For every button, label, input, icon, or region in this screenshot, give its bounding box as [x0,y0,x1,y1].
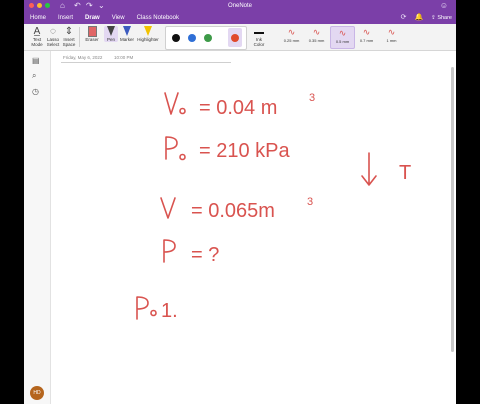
pen-color-black[interactable] [172,34,180,42]
onenote-window: ⌂ ↶ ↷ ⌄ OneNote ☺ Home Insert Draw View … [24,0,456,404]
ink-color-button[interactable]: Ink Color [250,26,268,47]
tab-view[interactable]: View [106,12,131,24]
eraser-button[interactable]: Eraser [82,26,102,42]
ink-p-value: = ? [191,244,219,266]
pen-icon [104,26,118,37]
ribbon-divider [79,27,80,47]
stroke-wave-icon: ∿ [312,27,321,37]
insert-space-button[interactable]: ⇕ Insert Space [61,26,77,47]
app-title: OneNote [227,3,252,9]
ink-p0b-sub [150,309,157,317]
pen-color-red[interactable] [231,34,239,42]
ink-v-exponent: 3 [307,196,313,208]
text-mode-button[interactable]: A̲ Text Mode [29,26,45,47]
lasso-select-button[interactable]: ◌ Lasso Select [45,26,61,47]
ink-temperature: T [399,162,411,184]
pen-color-green[interactable] [204,34,212,42]
draw-ribbon: A̲ Text Mode ◌ Lasso Select ⇕ Insert Spa… [24,24,456,51]
ink-color-icon [250,26,268,37]
ink-v-value: = 0.065m [191,200,275,222]
search-icon[interactable]: ⌕ [32,71,36,81]
notebooks-icon[interactable]: ▤ [32,56,40,65]
navigation-sidebar: ▤ ⌕ ◷ HD [24,51,51,404]
thickness-0-35[interactable]: ∿ 0.35 mm [305,26,328,47]
ink-v0-exponent: 3 [309,92,315,104]
marker-icon [119,26,135,37]
marker-button[interactable]: Marker [119,26,135,42]
ink-p-p [163,239,176,263]
tab-class-notebook[interactable]: Class Notebook [131,12,185,24]
ink-p0b-p [136,296,149,320]
eraser-icon [82,26,102,37]
pen-color-blue[interactable] [188,34,196,42]
stroke-wave-icon: ∿ [338,28,347,38]
pen-button[interactable]: Pen [104,26,118,42]
lasso-icon: ◌ [50,26,56,37]
ribbon-tabs: Home Insert Draw View Class Notebook ⟳ 🔔… [24,12,456,24]
highlighter-button[interactable]: Highlighter [136,26,160,42]
thickness-1[interactable]: ∿ 1 mm [380,26,403,47]
ink-down-arrow [361,152,377,186]
insert-space-icon: ⇕ [64,26,74,37]
ink-p0-value: = 210 kPa [199,140,291,162]
smiley-icon[interactable]: ☺ [440,1,448,11]
pen-color-panel [165,26,247,50]
ink-v0-value: = 0.04 m [199,97,277,119]
tab-draw[interactable]: Draw [79,12,106,24]
ink-v-v [160,197,176,219]
share-button[interactable]: ⇪ Share [431,12,452,24]
stroke-wave-icon: ∿ [387,27,396,37]
avatar[interactable]: HD [30,386,44,400]
ink-p0-ratio: 1. [161,300,178,322]
title-bar: ⌂ ↶ ↷ ⌄ OneNote ☺ [24,0,456,12]
ink-p0-p [165,136,178,160]
ink-v0-sub [179,107,186,115]
note-page[interactable]: Friday, May 6, 2022 10:00 PM = 0.04 m 3 … [51,51,456,404]
highlighter-icon [136,26,160,37]
recent-icon[interactable]: ◷ [32,87,39,96]
thickness-0-5[interactable]: ∿ 0.5 mm [330,26,355,49]
ink-p0-sub [179,153,186,161]
stroke-wave-icon: ∿ [287,27,296,37]
tab-insert[interactable]: Insert [52,12,79,24]
ink-canvas: = 0.04 m 3 = 210 kPa = 0.065m 3 = ? 1. T [136,92,411,322]
text-mode-icon: A̲ [33,26,41,37]
sync-icon[interactable]: ⟳ [401,13,407,23]
tab-home[interactable]: Home [24,12,52,24]
thickness-0-25[interactable]: ∿ 0.25 mm [280,26,303,47]
bell-icon[interactable]: 🔔 [414,13,423,23]
thickness-0-7[interactable]: ∿ 0.7 mm [355,26,378,47]
ink-v0-v [164,92,179,115]
stroke-wave-icon: ∿ [362,27,371,37]
